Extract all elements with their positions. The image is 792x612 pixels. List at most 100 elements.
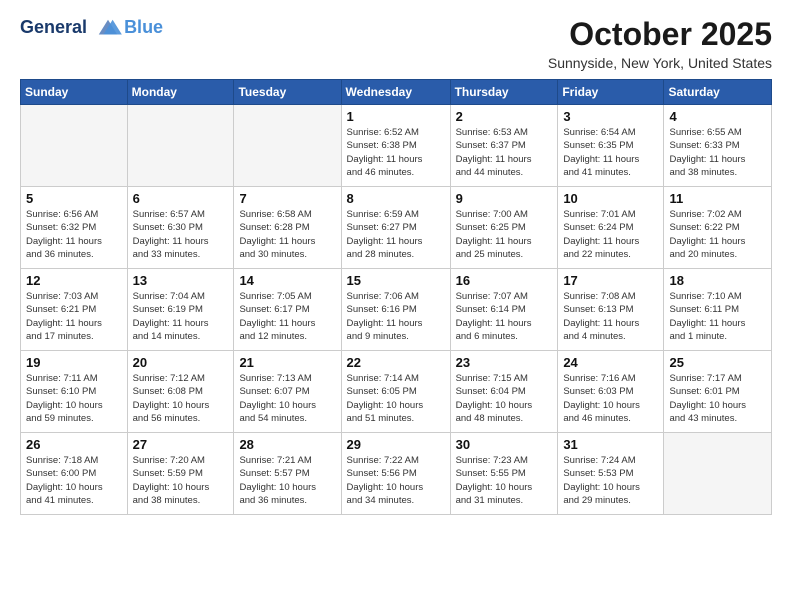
day-info: Sunrise: 7:10 AM Sunset: 6:11 PM Dayligh… [669,290,766,343]
day-info: Sunrise: 7:04 AM Sunset: 6:19 PM Dayligh… [133,290,229,343]
day-info: Sunrise: 7:03 AM Sunset: 6:21 PM Dayligh… [26,290,122,343]
day-info: Sunrise: 7:00 AM Sunset: 6:25 PM Dayligh… [456,208,553,261]
calendar-cell: 22 Sunrise: 7:14 AM Sunset: 6:05 PM Dayli… [341,351,450,433]
calendar-cell: 12 Sunrise: 7:03 AM Sunset: 6:21 PM Dayli… [21,269,128,351]
calendar-cell: 3 Sunrise: 6:54 AM Sunset: 6:35 PM Daylig… [558,105,664,187]
calendar-cell: 4Sunrise: 6:55 AM Sunset: 6:33 PM Daylig… [664,105,772,187]
header: General Blue October 2025 Sunnyside, New… [20,16,772,71]
day-number: 27 [133,437,229,452]
calendar-cell: 13Sunrise: 7:04 AM Sunset: 6:19 PM Dayli… [127,269,234,351]
calendar-week-3: 19 Sunrise: 7:11 AM Sunset: 6:10 PM Dayli… [21,351,772,433]
calendar-cell: 20Sunrise: 7:12 AM Sunset: 6:08 PM Dayli… [127,351,234,433]
day-info: Sunrise: 7:01 AM Sunset: 6:24 PM Dayligh… [563,208,658,261]
day-info: Sunrise: 6:58 AM Sunset: 6:28 PM Dayligh… [239,208,335,261]
day-info: Sunrise: 7:24 AM Sunset: 5:53 PM Dayligh… [563,454,658,507]
day-info: Sunrise: 7:05 AM Sunset: 6:17 PM Dayligh… [239,290,335,343]
calendar-cell: 7Sunrise: 6:58 AM Sunset: 6:28 PM Daylig… [234,187,341,269]
day-info: Sunrise: 7:14 AM Sunset: 6:05 PM Dayligh… [347,372,445,425]
day-number: 26 [26,437,122,452]
calendar-header-friday: Friday [558,80,664,105]
logo: General Blue [20,16,163,40]
day-number: 12 [26,273,122,288]
day-info: Sunrise: 7:22 AM Sunset: 5:56 PM Dayligh… [347,454,445,507]
calendar-cell: 5 Sunrise: 6:56 AM Sunset: 6:32 PM Daylig… [21,187,128,269]
calendar-cell: 15 Sunrise: 7:06 AM Sunset: 6:16 PM Dayli… [341,269,450,351]
day-info: Sunrise: 6:52 AM Sunset: 6:38 PM Dayligh… [347,126,445,179]
logo-text: General [20,16,122,40]
calendar-cell: 29 Sunrise: 7:22 AM Sunset: 5:56 PM Dayli… [341,433,450,515]
day-info: Sunrise: 7:02 AM Sunset: 6:22 PM Dayligh… [669,208,766,261]
day-number: 14 [239,273,335,288]
day-number: 2 [456,109,553,124]
calendar-header-sunday: Sunday [21,80,128,105]
day-info: Sunrise: 7:15 AM Sunset: 6:04 PM Dayligh… [456,372,553,425]
day-number: 28 [239,437,335,452]
day-number: 10 [563,191,658,206]
calendar-cell: 26 Sunrise: 7:18 AM Sunset: 6:00 PM Dayli… [21,433,128,515]
day-info: Sunrise: 7:17 AM Sunset: 6:01 PM Dayligh… [669,372,766,425]
calendar-cell: 17 Sunrise: 7:08 AM Sunset: 6:13 PM Dayli… [558,269,664,351]
day-info: Sunrise: 7:06 AM Sunset: 6:16 PM Dayligh… [347,290,445,343]
calendar-cell: 6 Sunrise: 6:57 AM Sunset: 6:30 PM Daylig… [127,187,234,269]
calendar-cell [21,105,128,187]
calendar-cell: 21 Sunrise: 7:13 AM Sunset: 6:07 PM Dayli… [234,351,341,433]
day-number: 6 [133,191,229,206]
day-number: 22 [347,355,445,370]
day-number: 8 [347,191,445,206]
day-info: Sunrise: 6:57 AM Sunset: 6:30 PM Dayligh… [133,208,229,261]
calendar-table: SundayMondayTuesdayWednesdayThursdayFrid… [20,79,772,515]
calendar-cell: 18Sunrise: 7:10 AM Sunset: 6:11 PM Dayli… [664,269,772,351]
day-number: 21 [239,355,335,370]
day-info: Sunrise: 6:53 AM Sunset: 6:37 PM Dayligh… [456,126,553,179]
day-info: Sunrise: 7:16 AM Sunset: 6:03 PM Dayligh… [563,372,658,425]
calendar-week-2: 12 Sunrise: 7:03 AM Sunset: 6:21 PM Dayli… [21,269,772,351]
calendar-cell: 27 Sunrise: 7:20 AM Sunset: 5:59 PM Dayli… [127,433,234,515]
day-info: Sunrise: 7:12 AM Sunset: 6:08 PM Dayligh… [133,372,229,425]
day-number: 31 [563,437,658,452]
calendar-header-tuesday: Tuesday [234,80,341,105]
day-info: Sunrise: 7:20 AM Sunset: 5:59 PM Dayligh… [133,454,229,507]
calendar-week-0: 1 Sunrise: 6:52 AM Sunset: 6:38 PM Daylig… [21,105,772,187]
day-number: 4 [669,109,766,124]
calendar-week-1: 5 Sunrise: 6:56 AM Sunset: 6:32 PM Daylig… [21,187,772,269]
calendar-header-row: SundayMondayTuesdayWednesdayThursdayFrid… [21,80,772,105]
calendar-cell: 14 Sunrise: 7:05 AM Sunset: 6:17 PM Dayli… [234,269,341,351]
calendar-cell: 2 Sunrise: 6:53 AM Sunset: 6:37 PM Daylig… [450,105,558,187]
calendar-page: General Blue October 2025 Sunnyside, New… [0,0,792,612]
calendar-header-saturday: Saturday [664,80,772,105]
calendar-cell [127,105,234,187]
day-number: 15 [347,273,445,288]
day-info: Sunrise: 7:21 AM Sunset: 5:57 PM Dayligh… [239,454,335,507]
day-number: 19 [26,355,122,370]
day-info: Sunrise: 7:13 AM Sunset: 6:07 PM Dayligh… [239,372,335,425]
location: Sunnyside, New York, United States [548,55,772,71]
calendar-header-thursday: Thursday [450,80,558,105]
calendar-header-wednesday: Wednesday [341,80,450,105]
day-info: Sunrise: 6:56 AM Sunset: 6:32 PM Dayligh… [26,208,122,261]
calendar-cell: 25Sunrise: 7:17 AM Sunset: 6:01 PM Dayli… [664,351,772,433]
calendar-cell: 1 Sunrise: 6:52 AM Sunset: 6:38 PM Daylig… [341,105,450,187]
day-info: Sunrise: 7:18 AM Sunset: 6:00 PM Dayligh… [26,454,122,507]
day-info: Sunrise: 6:54 AM Sunset: 6:35 PM Dayligh… [563,126,658,179]
day-number: 16 [456,273,553,288]
day-info: Sunrise: 6:59 AM Sunset: 6:27 PM Dayligh… [347,208,445,261]
day-info: Sunrise: 7:11 AM Sunset: 6:10 PM Dayligh… [26,372,122,425]
day-number: 30 [456,437,553,452]
day-number: 9 [456,191,553,206]
calendar-cell: 28 Sunrise: 7:21 AM Sunset: 5:57 PM Dayli… [234,433,341,515]
calendar-cell: 24Sunrise: 7:16 AM Sunset: 6:03 PM Dayli… [558,351,664,433]
calendar-cell: 19 Sunrise: 7:11 AM Sunset: 6:10 PM Dayli… [21,351,128,433]
day-number: 17 [563,273,658,288]
day-number: 5 [26,191,122,206]
day-number: 29 [347,437,445,452]
logo-blue: Blue [124,18,163,38]
day-info: Sunrise: 7:08 AM Sunset: 6:13 PM Dayligh… [563,290,658,343]
day-info: Sunrise: 7:07 AM Sunset: 6:14 PM Dayligh… [456,290,553,343]
day-number: 3 [563,109,658,124]
calendar-cell: 10 Sunrise: 7:01 AM Sunset: 6:24 PM Dayli… [558,187,664,269]
calendar-week-4: 26 Sunrise: 7:18 AM Sunset: 6:00 PM Dayli… [21,433,772,515]
day-number: 1 [347,109,445,124]
calendar-header-monday: Monday [127,80,234,105]
day-info: Sunrise: 7:23 AM Sunset: 5:55 PM Dayligh… [456,454,553,507]
day-number: 11 [669,191,766,206]
